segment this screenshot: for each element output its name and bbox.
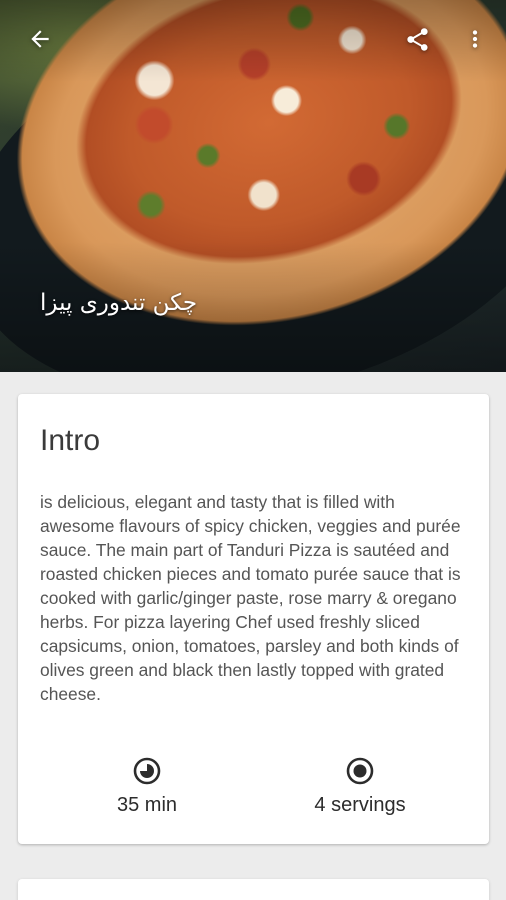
intro-card: Intro is delicious, elegant and tasty th… bbox=[18, 394, 489, 844]
intro-heading: Intro bbox=[40, 424, 101, 457]
cook-time: 35 min bbox=[57, 756, 237, 817]
recipe-hero-image: چکن تندوری پیزا bbox=[0, 0, 506, 372]
recipe-title: چکن تندوری پیزا bbox=[40, 290, 198, 316]
more-vert-icon bbox=[472, 30, 478, 48]
back-button[interactable] bbox=[17, 16, 63, 62]
servings: 4 servings bbox=[270, 756, 450, 817]
recipe-detail-screen: چکن تندوری پیزا Intro is delicious, eleg… bbox=[0, 0, 506, 900]
share-icon bbox=[406, 27, 428, 51]
share-button[interactable] bbox=[394, 16, 440, 62]
next-card bbox=[18, 879, 489, 900]
intro-text: is delicious, elegant and tasty that is … bbox=[40, 492, 461, 704]
arrow-back-icon bbox=[31, 30, 49, 48]
servings-label: 4 servings bbox=[314, 794, 406, 816]
more-options-button[interactable] bbox=[452, 16, 498, 62]
timer-icon bbox=[133, 757, 161, 785]
cook-time-label: 35 min bbox=[116, 794, 178, 816]
servings-icon bbox=[346, 757, 374, 785]
